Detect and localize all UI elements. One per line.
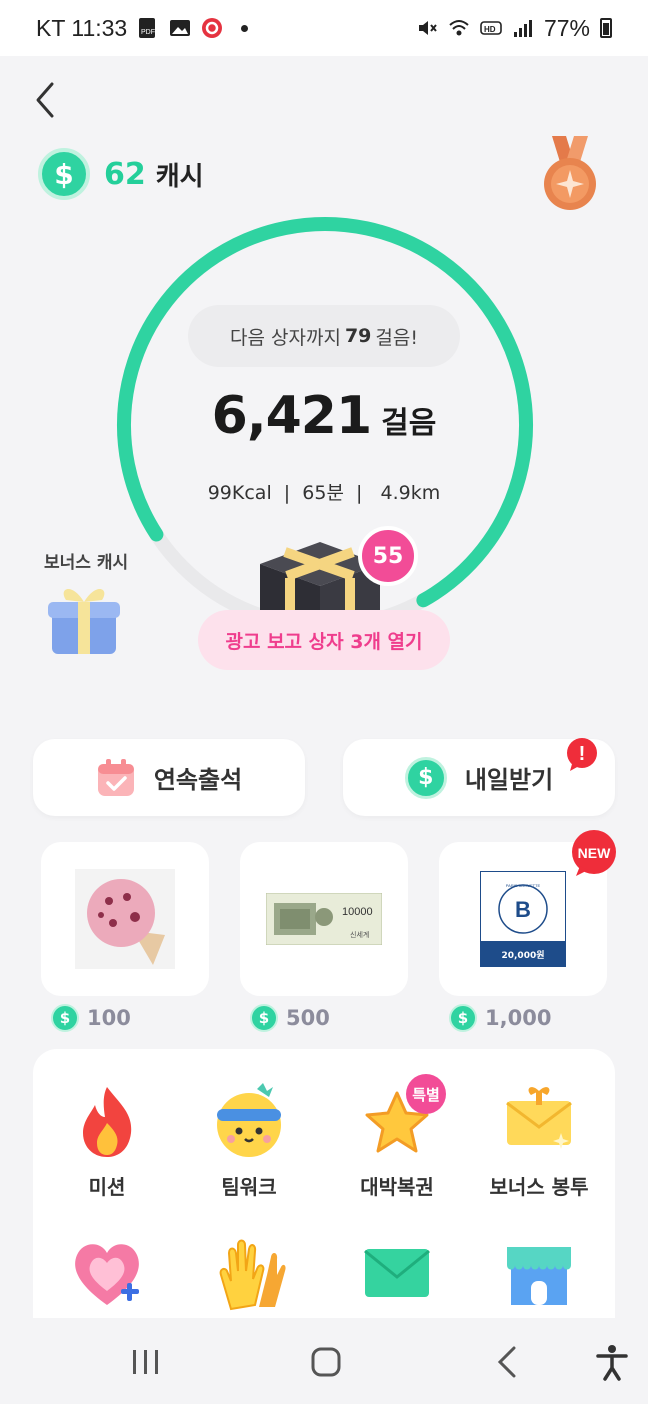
image-icon	[170, 20, 191, 36]
blue-gift-icon[interactable]	[46, 578, 122, 658]
reward-price-value: 500	[286, 1006, 330, 1030]
gift-voucher-icon: 10000 신세계	[266, 893, 382, 945]
svg-text:HD: HD	[484, 25, 496, 34]
watch-ad-open-boxes-button[interactable]: 광고 보고 상자 3개 열기	[198, 610, 450, 670]
mute-icon	[418, 21, 437, 35]
mail-icon	[364, 1249, 430, 1297]
svg-text:B: B	[515, 897, 531, 922]
app-notification-icon	[202, 18, 223, 38]
cash-amount: 62	[104, 156, 146, 192]
new-badge-icon: NEW	[572, 830, 616, 876]
battery-percent: 77%	[543, 14, 590, 41]
carrier-time: KT 11:33	[36, 14, 128, 41]
cash-unit: 캐시	[155, 161, 204, 192]
fire-icon	[83, 1087, 132, 1157]
menu-row2-item[interactable]	[47, 1235, 167, 1311]
coin-icon: $	[449, 1004, 477, 1032]
heart-plus-icon	[75, 1244, 139, 1305]
brand-ring-text: PARIS BAGUETTE	[506, 883, 541, 888]
menu-label: 대박복권	[360, 1175, 434, 1199]
attendance-label: 연속출석	[153, 766, 243, 794]
store-icon	[507, 1247, 571, 1305]
hd-voice-icon: HD	[480, 21, 502, 35]
home-icon[interactable]	[306, 1342, 346, 1382]
menu-label: 미션	[88, 1175, 126, 1199]
reward-voucher-card[interactable]: 10000 신세계	[240, 842, 408, 996]
envelope-gift-icon	[506, 1087, 572, 1149]
icecream-cone-icon	[75, 869, 175, 969]
next-box-suffix: 걸음!	[375, 326, 418, 349]
battery-icon	[600, 18, 612, 38]
activity-stats: 99Kcal | 65분 | 4.9km	[207, 482, 441, 504]
special-badge: 특별	[406, 1074, 446, 1114]
steps-value: 6,421	[211, 386, 372, 446]
menu-label: 보너스 봉투	[489, 1175, 589, 1199]
pdf-icon: PDF	[139, 18, 156, 38]
step-count: 6,421 걸음	[0, 386, 648, 446]
medal-icon[interactable]	[540, 134, 600, 216]
coin-icon: $	[404, 756, 447, 799]
feature-menu: 미션 팀워크 대박복권 특별 보너스 봉투	[33, 1049, 615, 1349]
wifi-icon	[449, 20, 469, 36]
reward-icecream-card[interactable]	[41, 842, 209, 996]
reward-price-value: 1,000	[485, 1006, 552, 1030]
next-box-steps: 79	[344, 325, 372, 347]
menu-label: 팀워크	[221, 1175, 277, 1199]
menu-row2-item[interactable]	[337, 1235, 457, 1311]
coin-icon: $	[51, 1004, 79, 1032]
recent-apps-icon[interactable]	[126, 1342, 166, 1382]
voucher-amount: 10000	[342, 906, 373, 918]
cash-balance[interactable]: $ 62 캐시	[38, 148, 204, 200]
alert-badge-text: !	[579, 743, 586, 765]
accessibility-icon[interactable]	[592, 1342, 632, 1382]
signal-icon	[513, 20, 532, 37]
receive-tomorrow-label: 내일받기	[464, 766, 554, 794]
reward-price: $ 1,000	[449, 1004, 551, 1032]
bakery-coupon-icon: B PARIS BAGUETTE 20,000원	[480, 871, 566, 967]
back-nav-icon[interactable]	[488, 1342, 528, 1382]
svg-text:PDF: PDF	[141, 29, 155, 36]
calendar-check-icon	[97, 758, 134, 796]
coin-icon: $	[250, 1004, 278, 1032]
voucher-brand: 신세계	[350, 930, 369, 939]
menu-row2-item[interactable]	[189, 1235, 309, 1311]
steps-unit: 걸음	[381, 406, 437, 441]
next-box-hint: 다음 상자까지 79 걸음!	[188, 305, 460, 367]
alert-badge-icon: !	[567, 738, 597, 771]
coupon-value: 20,000원	[501, 949, 544, 961]
headband-face-icon	[217, 1083, 281, 1157]
reward-price: $ 100	[51, 1004, 131, 1032]
menu-bonus-envelope[interactable]: 보너스 봉투	[479, 1083, 599, 1200]
clapping-hands-icon	[219, 1239, 286, 1311]
coin-icon: $	[38, 148, 90, 200]
menu-mission[interactable]: 미션	[47, 1083, 167, 1200]
status-bar: KT 11:33 PDF HD 77%	[0, 0, 648, 56]
next-box-prefix: 다음 상자까지	[230, 326, 341, 349]
menu-row2-item[interactable]	[479, 1235, 599, 1311]
bonus-cash-label: 보너스 캐시	[44, 553, 129, 573]
back-button[interactable]	[28, 78, 68, 122]
reward-price-value: 100	[87, 1006, 131, 1030]
reward-price: $ 500	[250, 1004, 330, 1032]
system-nav-bar	[0, 1318, 648, 1404]
menu-teamwork[interactable]: 팀워크	[189, 1083, 309, 1200]
box-count-badge: 55	[358, 526, 418, 586]
new-badge-text: NEW	[578, 845, 611, 861]
attendance-button[interactable]: 연속출석	[33, 739, 305, 816]
more-notifications-dot	[241, 24, 249, 32]
